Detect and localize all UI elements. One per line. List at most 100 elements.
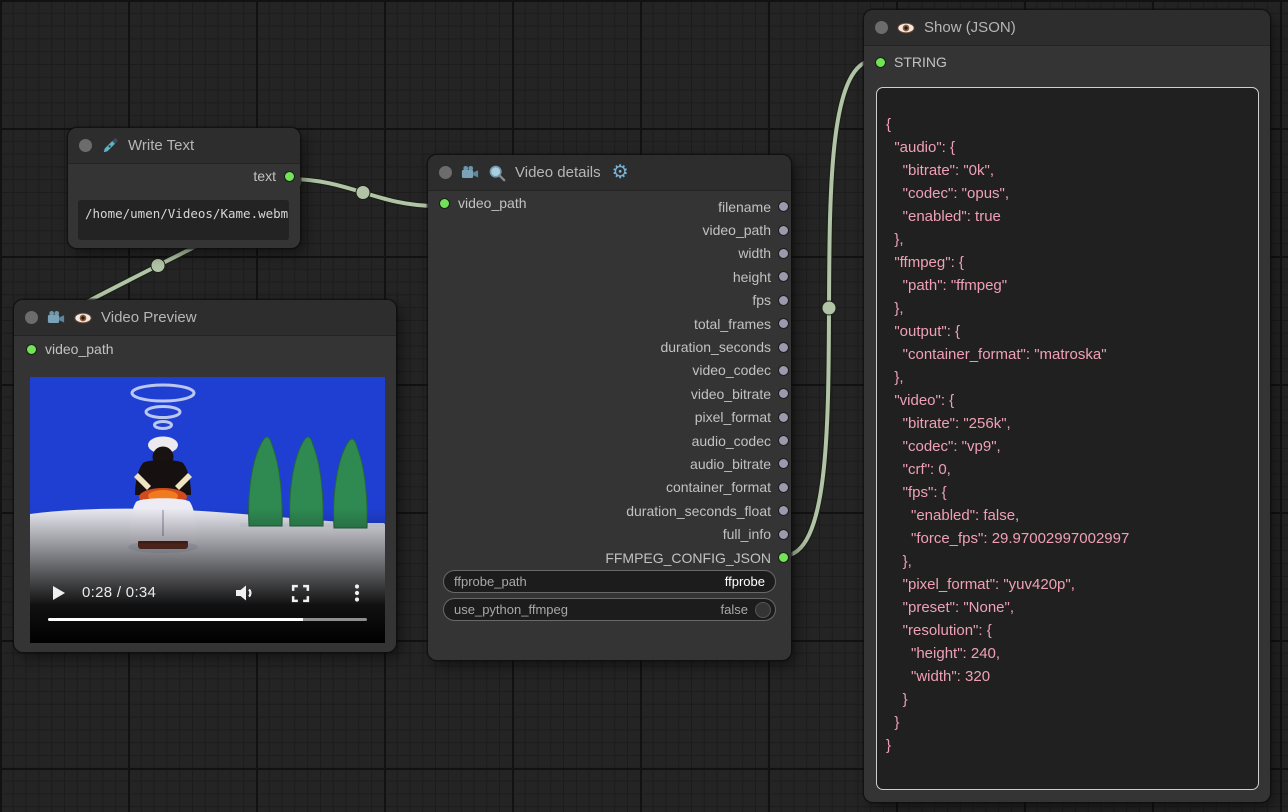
controls-gradient	[30, 508, 385, 643]
output-slot-dot[interactable]	[778, 318, 789, 329]
node-video-details-header[interactable]: Video details ⚙	[428, 155, 791, 191]
node-video-details: Video details ⚙ video_path filename vide…	[428, 155, 791, 660]
output-slot-label: duration_seconds_float	[626, 503, 771, 519]
output-slot-dot[interactable]	[778, 435, 789, 446]
output-slot-label: pixel_format	[695, 409, 771, 425]
widget-value: ffprobe	[725, 574, 765, 589]
output-slot-label: audio_codec	[692, 433, 771, 449]
node-write-text-header[interactable]: Write Text	[68, 128, 300, 164]
output-slot-dot[interactable]	[778, 365, 789, 376]
widget-use-python-ffmpeg[interactable]: use_python_ffmpeg false	[443, 598, 776, 621]
output-slot-label: container_format	[666, 479, 771, 495]
video-camera-icon	[461, 164, 479, 182]
input-slot-label: video_path	[45, 341, 114, 357]
output-slot-label: FFMPEG_CONFIG_JSON	[605, 550, 771, 566]
input-slot-label: STRING	[894, 54, 947, 70]
output-slot: audio_bitrate	[428, 452, 791, 475]
eye-icon	[897, 19, 915, 37]
output-slot-label: width	[738, 245, 771, 261]
output-slot-dot[interactable]	[778, 482, 789, 493]
toggle-knob[interactable]	[755, 602, 771, 618]
node-video-preview: Video Preview video_path	[14, 300, 396, 652]
collapse-dot[interactable]	[439, 166, 452, 179]
widget-value: false	[721, 602, 748, 617]
progress-filled	[48, 618, 303, 621]
play-button[interactable]	[48, 583, 68, 603]
fountain-pen-icon	[101, 137, 119, 155]
fullscreen-icon[interactable]	[290, 583, 311, 603]
eye-icon	[74, 309, 92, 327]
output-slot-label: total_frames	[694, 316, 771, 332]
link-midpoint-dot[interactable]	[822, 301, 836, 315]
output-slot: pixel_format	[428, 406, 791, 429]
output-slot: video_bitrate	[428, 382, 791, 405]
output-slot: container_format	[428, 476, 791, 499]
output-slot-list: filename video_path width height fps tot…	[428, 195, 791, 569]
widget-label: use_python_ffmpeg	[454, 602, 721, 617]
json-text: { "audio": { "bitrate": "0k", "codec": "…	[886, 113, 1252, 783]
json-display-box[interactable]: { "audio": { "bitrate": "0k", "codec": "…	[876, 87, 1259, 790]
widget-ffprobe-path[interactable]: ffprobe_path ffprobe	[443, 570, 776, 593]
video-player[interactable]: 0:28 / 0:34	[30, 377, 385, 643]
output-slot-text: text	[253, 168, 295, 184]
output-slot-label: full_info	[723, 526, 771, 542]
output-slot-dot[interactable]	[778, 552, 789, 563]
output-slot: video_codec	[428, 359, 791, 382]
output-slot: fps	[428, 289, 791, 312]
collapse-dot[interactable]	[79, 139, 92, 152]
volume-icon[interactable]	[234, 583, 256, 603]
link-midpoint-dot[interactable]	[151, 259, 165, 273]
more-options-icon[interactable]	[350, 583, 364, 603]
text-value-field[interactable]: /home/umen/Videos/Kame.webm	[78, 200, 289, 240]
output-slot-dot[interactable]	[778, 529, 789, 540]
node-video-preview-header[interactable]: Video Preview	[14, 300, 396, 336]
output-slot-dot[interactable]	[778, 201, 789, 212]
output-slot: total_frames	[428, 312, 791, 335]
link-midpoint-dot[interactable]	[356, 186, 370, 200]
node-show-json-header[interactable]: Show (JSON)	[864, 10, 1270, 46]
node-title: Show (JSON)	[924, 19, 1016, 36]
output-slot-label: video_path	[702, 222, 771, 238]
output-slot-dot[interactable]	[778, 412, 789, 423]
output-slot: duration_seconds	[428, 335, 791, 358]
time-display: 0:28 / 0:34	[82, 584, 156, 601]
output-slot: duration_seconds_float	[428, 499, 791, 522]
input-slot-video-path: video_path	[20, 341, 114, 357]
input-slot-dot[interactable]	[875, 57, 886, 68]
collapse-dot[interactable]	[875, 21, 888, 34]
magnifier-icon	[488, 164, 506, 182]
video-camera-icon	[47, 309, 65, 327]
output-slot-label: height	[733, 269, 771, 285]
node-graph-canvas[interactable]: Write Text text /home/umen/Videos/Kame.w…	[0, 0, 1288, 812]
node-title: Video details	[515, 164, 601, 181]
output-slot-label: filename	[718, 199, 771, 215]
output-slot-label: fps	[752, 292, 771, 308]
output-slot-label: audio_bitrate	[690, 456, 771, 472]
output-slot-dot[interactable]	[778, 248, 789, 259]
output-slot: filename	[428, 195, 791, 218]
output-slot-label: video_codec	[692, 362, 771, 378]
progress-bar[interactable]	[48, 618, 367, 621]
output-slot: full_info	[428, 522, 791, 545]
output-slot: audio_codec	[428, 429, 791, 452]
input-slot-dot[interactable]	[26, 344, 37, 355]
output-slot-label: text	[253, 168, 276, 184]
node-show-json: Show (JSON) STRING { "audio": { "bitrate…	[864, 10, 1270, 802]
output-slot-label: video_bitrate	[691, 386, 771, 402]
output-slot: height	[428, 265, 791, 288]
output-slot-dot[interactable]	[778, 458, 789, 469]
output-slot-dot[interactable]	[778, 342, 789, 353]
output-slot-dot[interactable]	[778, 295, 789, 306]
collapse-dot[interactable]	[25, 311, 38, 324]
output-slot-dot[interactable]	[778, 505, 789, 516]
node-write-text: Write Text text /home/umen/Videos/Kame.w…	[68, 128, 300, 248]
output-slot-dot[interactable]	[778, 271, 789, 282]
output-slot: video_path	[428, 218, 791, 241]
output-slot-dot[interactable]	[778, 388, 789, 399]
output-slot-dot[interactable]	[778, 225, 789, 236]
output-slot: width	[428, 242, 791, 265]
output-slot-dot[interactable]	[284, 171, 295, 182]
output-slot-label: duration_seconds	[660, 339, 771, 355]
widget-label: ffprobe_path	[454, 574, 725, 589]
node-title: Write Text	[128, 137, 194, 154]
